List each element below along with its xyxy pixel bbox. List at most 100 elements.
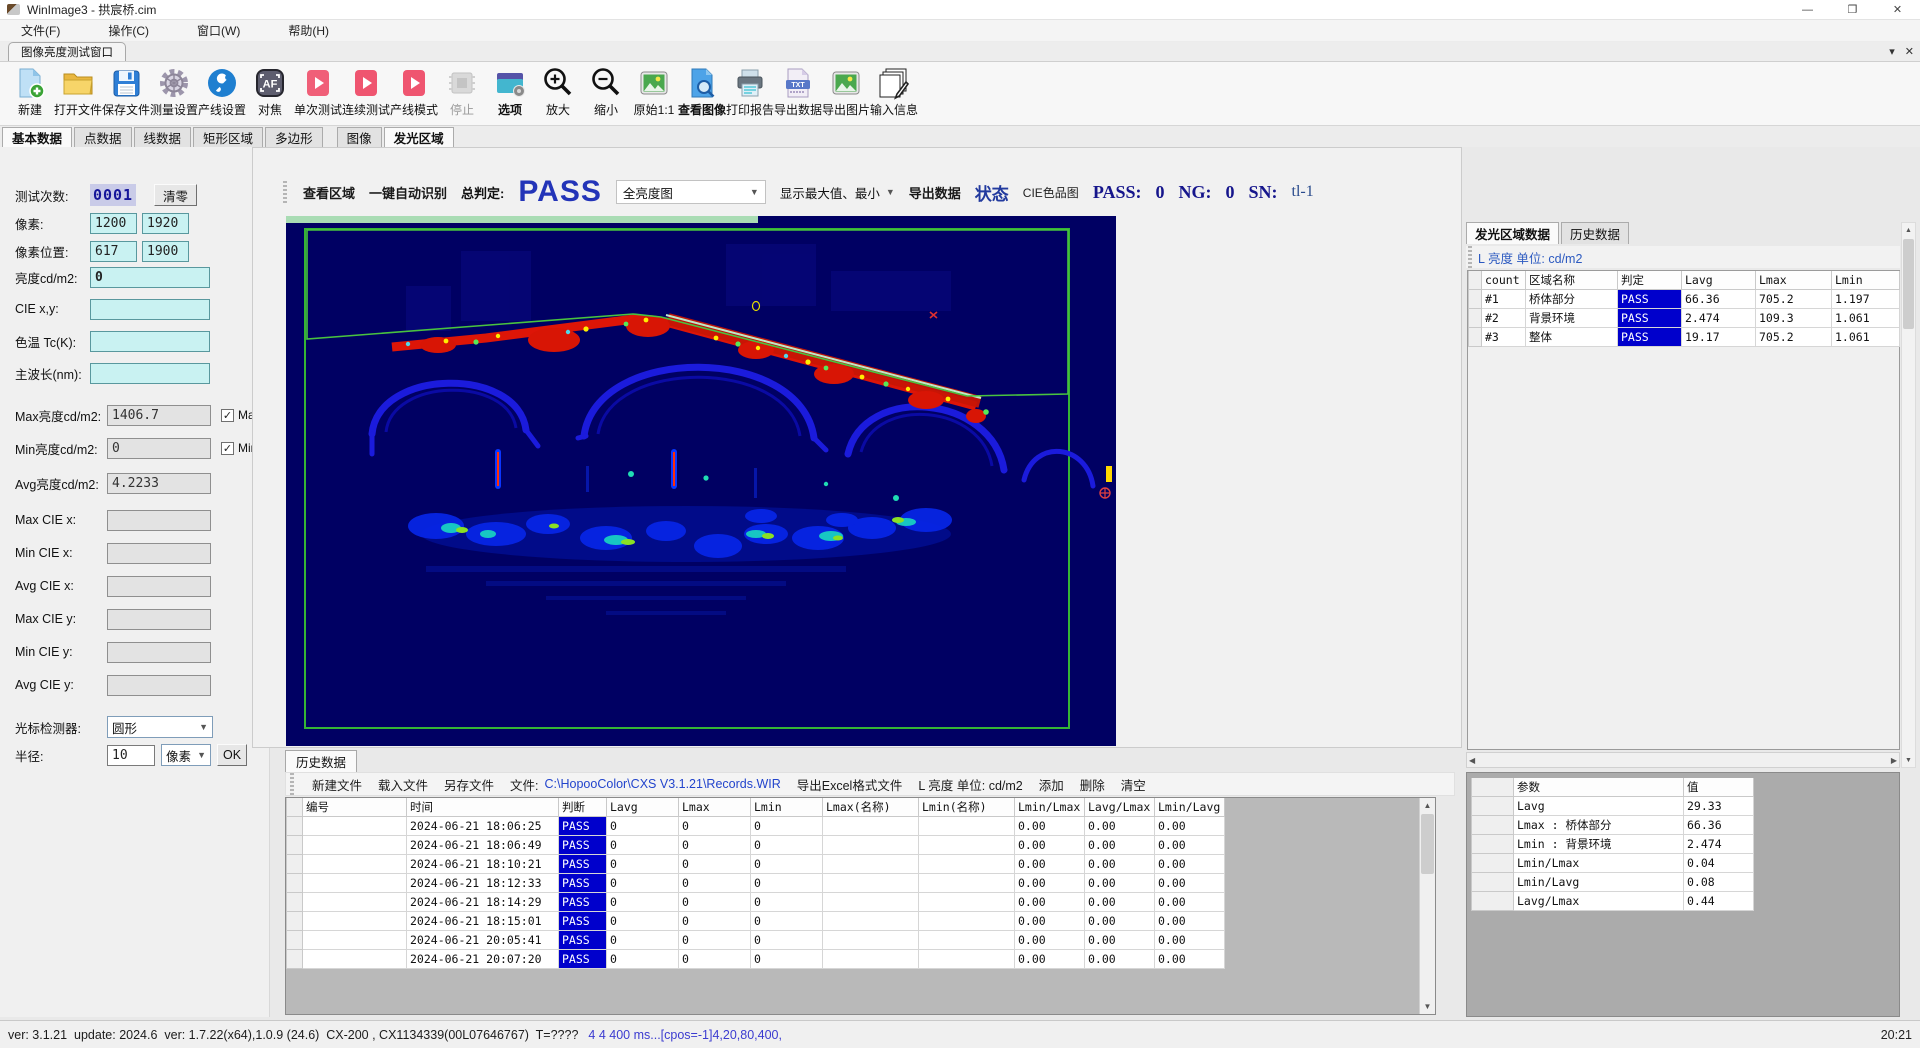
tab-close-icon[interactable]: ✕ — [1905, 45, 1914, 58]
tab-image-luminance-test[interactable]: 图像亮度测试窗口 — [8, 42, 126, 61]
menu-window[interactable]: 窗口(W) — [182, 22, 255, 39]
menu-file[interactable]: 文件(F) — [6, 22, 75, 39]
line-mode-button[interactable]: 产线模式 — [390, 65, 438, 118]
min-checkbox[interactable]: ✓ — [221, 442, 234, 455]
image-mode-select[interactable]: 全亮度图▼ — [616, 180, 766, 204]
min-lum-field[interactable]: 0 — [107, 438, 211, 459]
line-settings-button[interactable]: 产线设置 — [198, 65, 246, 118]
param-row[interactable]: Lmin/Lavg 0.08 — [1472, 873, 1754, 892]
minimize-button[interactable]: — — [1785, 0, 1830, 19]
export-image-button[interactable]: 导出图片 — [822, 65, 870, 118]
print-report-button[interactable]: 打印报告 — [726, 65, 774, 118]
color-temp-field[interactable] — [90, 331, 210, 352]
save-as-button[interactable]: 另存文件 — [444, 775, 494, 794]
tab-basic-data[interactable]: 基本数据 — [2, 127, 72, 147]
scroll-down-icon[interactable]: ▼ — [1902, 753, 1915, 767]
history-row[interactable]: 2024-06-21 20:05:41 PASS 0 0 0 0.00 0.00… — [287, 931, 1225, 950]
measure-settings-button[interactable]: 测量设置 — [150, 65, 198, 118]
cie-stat-field[interactable] — [107, 510, 211, 531]
scroll-right-icon[interactable]: ▶ — [1891, 756, 1897, 765]
tab-light-region-data[interactable]: 发光区域数据 — [1466, 222, 1559, 244]
tab-image[interactable]: 图像 — [337, 127, 382, 147]
export-data-button[interactable]: 导出数据 — [909, 183, 961, 202]
focus-button[interactable]: AF 对焦 — [246, 65, 294, 118]
clear-button[interactable]: 清空 — [1121, 775, 1146, 794]
cursor-detector-select[interactable]: 圆形▼ — [107, 716, 213, 738]
radius-ok-button[interactable]: OK — [217, 744, 247, 766]
history-row[interactable]: 2024-06-21 18:06:49 PASS 0 0 0 0.00 0.00… — [287, 836, 1225, 855]
single-test-button[interactable]: 单次测试 — [294, 65, 342, 118]
scroll-up-icon[interactable]: ▲ — [1420, 798, 1435, 813]
new-button[interactable]: 新建 — [6, 65, 54, 118]
region-row[interactable]: #3 整体 PASS 19.17 705.2 1.061 — [1469, 328, 1900, 347]
auto-detect-button[interactable]: 一键自动识别 — [369, 183, 447, 202]
tab-polygon[interactable]: 多边形 — [265, 127, 323, 147]
view-image-button[interactable]: 查看图像 — [678, 65, 726, 118]
wavelength-field[interactable] — [90, 363, 210, 384]
history-row[interactable]: 2024-06-21 18:14:29 PASS 0 0 0 0.00 0.00… — [287, 893, 1225, 912]
tab-line-data[interactable]: 线数据 — [134, 127, 192, 147]
menu-help[interactable]: 帮助(H) — [273, 22, 344, 39]
tab-point-data[interactable]: 点数据 — [74, 127, 132, 147]
export-excel-button[interactable]: 导出Excel格式文件 — [797, 775, 903, 794]
original-1to1-button[interactable]: 原始1:1 — [630, 65, 678, 118]
history-row[interactable]: 2024-06-21 18:15:01 PASS 0 0 0 0.00 0.00… — [287, 912, 1225, 931]
options-button[interactable]: 选项 — [486, 65, 534, 118]
stop-button[interactable]: 停止 — [438, 65, 486, 118]
cie-stat-field[interactable] — [107, 543, 211, 564]
history-row[interactable]: 2024-06-21 18:12:33 PASS 0 0 0 0.00 0.00… — [287, 874, 1225, 893]
tab-light-region[interactable]: 发光区域 — [384, 127, 454, 147]
close-button[interactable]: ✕ — [1875, 0, 1920, 19]
view-region-button[interactable]: 查看区域 — [303, 183, 355, 202]
menu-operate[interactable]: 操作(C) — [93, 22, 164, 39]
luminance-image[interactable] — [286, 216, 1116, 746]
pixels-y-field[interactable]: 1920 — [142, 213, 189, 234]
tab-history-data-right[interactable]: 历史数据 — [1561, 222, 1629, 244]
avg-lum-field[interactable]: 4.2233 — [107, 473, 211, 494]
history-scrollbar[interactable]: ▲ ▼ — [1419, 798, 1435, 1014]
history-row[interactable]: 2024-06-21 18:06:25 PASS 0 0 0 0.00 0.00… — [287, 817, 1225, 836]
cie-stat-field[interactable] — [107, 675, 211, 696]
radius-field[interactable]: 10 — [107, 745, 155, 766]
tab-list-dropdown-icon[interactable]: ▾ — [1889, 45, 1895, 58]
zoom-out-button[interactable]: 缩小 — [582, 65, 630, 118]
open-file-button[interactable]: 打开文件 — [54, 65, 102, 118]
param-row[interactable]: Lmin : 背景环境 2.474 — [1472, 835, 1754, 854]
param-row[interactable]: Lavg 29.33 — [1472, 797, 1754, 816]
max-checkbox[interactable]: ✓ — [221, 409, 234, 422]
param-row[interactable]: Lmax : 桥体部分 66.36 — [1472, 816, 1754, 835]
scroll-down-icon[interactable]: ▼ — [1420, 999, 1435, 1014]
luminance-field[interactable]: 0 — [90, 267, 210, 288]
cie-stat-field[interactable] — [107, 609, 211, 630]
param-row[interactable]: Lmin/Lmax 0.04 — [1472, 854, 1754, 873]
add-button[interactable]: 添加 — [1039, 775, 1064, 794]
delete-button[interactable]: 删除 — [1080, 775, 1105, 794]
tab-history-data[interactable]: 历史数据 — [285, 750, 357, 772]
cie-stat-field[interactable] — [107, 642, 211, 663]
display-max-min-select[interactable]: 显示最大值、最小▼ — [780, 183, 895, 202]
history-row[interactable]: 2024-06-21 20:07:20 PASS 0 0 0 0.00 0.00… — [287, 950, 1225, 969]
history-row[interactable]: 2024-06-21 18:10:21 PASS 0 0 0 0.00 0.00… — [287, 855, 1225, 874]
region-table-hscrollbar[interactable]: ◀ ▶ — [1466, 752, 1900, 768]
load-file-button[interactable]: 载入文件 — [378, 775, 428, 794]
clear-count-button[interactable]: 清零 — [154, 184, 197, 206]
save-file-button[interactable]: 保存文件 — [102, 65, 150, 118]
region-row[interactable]: #2 背景环境 PASS 2.474 109.3 1.061 — [1469, 309, 1900, 328]
param-row[interactable]: Lavg/Lmax 0.44 — [1472, 892, 1754, 911]
pixel-pos-y-field[interactable]: 1900 — [142, 241, 189, 262]
max-lum-field[interactable]: 1406.7 — [107, 405, 211, 426]
scroll-left-icon[interactable]: ◀ — [1469, 756, 1475, 765]
pixels-x-field[interactable]: 1200 — [90, 213, 137, 234]
cie-chart-button[interactable]: CIE色品图 — [1023, 184, 1079, 201]
continuous-test-button[interactable]: 连续测试 — [342, 65, 390, 118]
input-info-button[interactable]: 输入信息 — [870, 65, 918, 118]
cie-stat-field[interactable] — [107, 576, 211, 597]
scroll-up-icon[interactable]: ▲ — [1902, 223, 1915, 237]
new-file-button[interactable]: 新建文件 — [312, 775, 362, 794]
right-panel-scrollbar[interactable]: ▲ ▼ — [1901, 222, 1916, 768]
radius-unit-select[interactable]: 像素▼ — [161, 744, 211, 766]
maximize-button[interactable]: ❐ — [1830, 0, 1875, 19]
cie-xy-field[interactable] — [90, 299, 210, 320]
export-data-button[interactable]: TXT 导出数据 — [774, 65, 822, 118]
pixel-pos-x-field[interactable]: 617 — [90, 241, 137, 262]
